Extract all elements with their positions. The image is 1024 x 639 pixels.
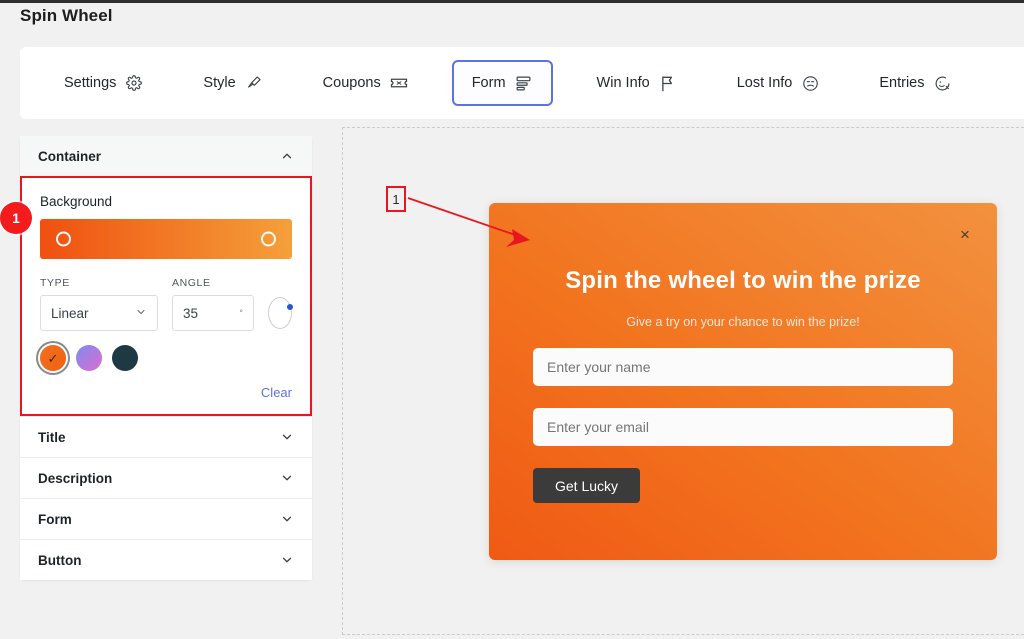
angle-dial-handle[interactable]: [287, 304, 293, 310]
tab-settings-label: Settings: [64, 75, 117, 91]
face-x-icon: [934, 74, 952, 92]
tab-lost-info-label: Lost Info: [736, 75, 793, 91]
color-preset-swatches: ✓: [40, 345, 292, 371]
spin-wheel-promo-card: × Spin the wheel to win the prize Give a…: [489, 203, 997, 560]
chevron-down-icon: [135, 306, 147, 321]
clear-button[interactable]: Clear: [261, 385, 292, 400]
degree-unit-icon: °: [239, 308, 243, 318]
accordion-label-description: Description: [38, 470, 113, 486]
email-input[interactable]: [533, 408, 953, 446]
sad-face-icon: [801, 74, 819, 92]
preview-canvas: × Spin the wheel to win the prize Give a…: [342, 127, 1024, 635]
accordion-header-description[interactable]: Description: [20, 458, 312, 498]
page-title: Spin Wheel: [20, 6, 113, 25]
highlight-box-background-settings: 1 Background TYPE Linear ANGLE 35 ° ✓ Cl…: [0, 176, 312, 416]
tab-form-label: Form: [471, 75, 506, 91]
promo-title: Spin the wheel to win the prize: [565, 267, 921, 294]
annotation-callout-1: 1: [386, 186, 406, 212]
accordion-header-container[interactable]: Container: [20, 136, 312, 176]
tab-entries[interactable]: Entries: [863, 62, 967, 104]
accordion-header-title[interactable]: Title: [20, 417, 312, 457]
check-icon: ✓: [47, 350, 59, 366]
gradient-stop-end-handle[interactable]: [261, 231, 276, 247]
flag-icon: [659, 74, 677, 92]
ticket-icon: [390, 74, 408, 92]
chevron-down-icon: [280, 430, 294, 444]
gear-icon: [125, 74, 143, 92]
tab-coupons[interactable]: Coupons: [307, 62, 424, 104]
top-bar-strip: [0, 0, 1024, 3]
tab-lost-info[interactable]: Lost Info: [721, 62, 836, 104]
dark-teal-swatch[interactable]: [112, 345, 138, 371]
accordion-label-button: Button: [38, 552, 82, 568]
angle-label: ANGLE: [172, 277, 211, 289]
angle-dial-control[interactable]: [268, 297, 293, 329]
container-settings-body: Background TYPE Linear ANGLE 35 ° ✓ Clea…: [22, 178, 310, 414]
angle-input-value: 35: [183, 305, 199, 321]
brush-icon: [245, 74, 263, 92]
clear-row: Clear: [40, 385, 292, 400]
accordion-label-container: Container: [38, 148, 102, 164]
chevron-down-icon: [280, 553, 294, 567]
annotation-badge-1: 1: [0, 202, 32, 234]
settings-sidebar: Container 1 Background TYPE Linear ANGLE…: [0, 136, 312, 580]
type-select-value: Linear: [51, 305, 89, 321]
tab-win-info[interactable]: Win Info: [581, 62, 693, 104]
gradient-stop-start-handle[interactable]: [56, 231, 71, 247]
accordion-header-form[interactable]: Form: [20, 499, 312, 539]
tab-coupons-label: Coupons: [322, 75, 381, 91]
get-lucky-button[interactable]: Get Lucky: [533, 468, 641, 503]
tab-style-label: Style: [203, 75, 236, 91]
chevron-down-icon: [280, 512, 294, 526]
background-label: Background: [40, 194, 113, 209]
angle-input[interactable]: 35 °: [172, 295, 254, 331]
gradient-controls-row: TYPE Linear ANGLE 35 °: [40, 277, 293, 331]
tab-form[interactable]: Form: [451, 60, 553, 106]
accordion-label-form: Form: [38, 511, 72, 527]
accordion-header-button[interactable]: Button: [20, 540, 312, 580]
accordion-label-title: Title: [38, 429, 66, 445]
orange-gradient-swatch[interactable]: ✓: [40, 345, 66, 371]
close-icon[interactable]: ×: [955, 225, 975, 245]
type-field: TYPE Linear: [40, 277, 158, 331]
tab-entries-label: Entries: [879, 75, 925, 91]
name-input[interactable]: [533, 348, 953, 386]
form-icon: [515, 74, 533, 92]
purple-pink-gradient-swatch[interactable]: [76, 345, 102, 371]
tab-bar: Settings Style Coupons Form Win Info Los…: [20, 47, 1024, 119]
promo-subtitle: Give a try on your chance to win the pri…: [626, 315, 860, 329]
tab-win-info-label: Win Info: [596, 75, 650, 91]
chevron-down-icon: [280, 471, 294, 485]
angle-field: ANGLE 35 °: [172, 277, 254, 331]
tab-style[interactable]: Style: [187, 62, 278, 104]
gradient-preview-bar[interactable]: [40, 219, 292, 259]
chevron-up-icon: [280, 149, 294, 163]
type-label: TYPE: [40, 277, 70, 289]
type-select[interactable]: Linear: [40, 295, 158, 331]
tab-settings[interactable]: Settings: [48, 62, 159, 104]
